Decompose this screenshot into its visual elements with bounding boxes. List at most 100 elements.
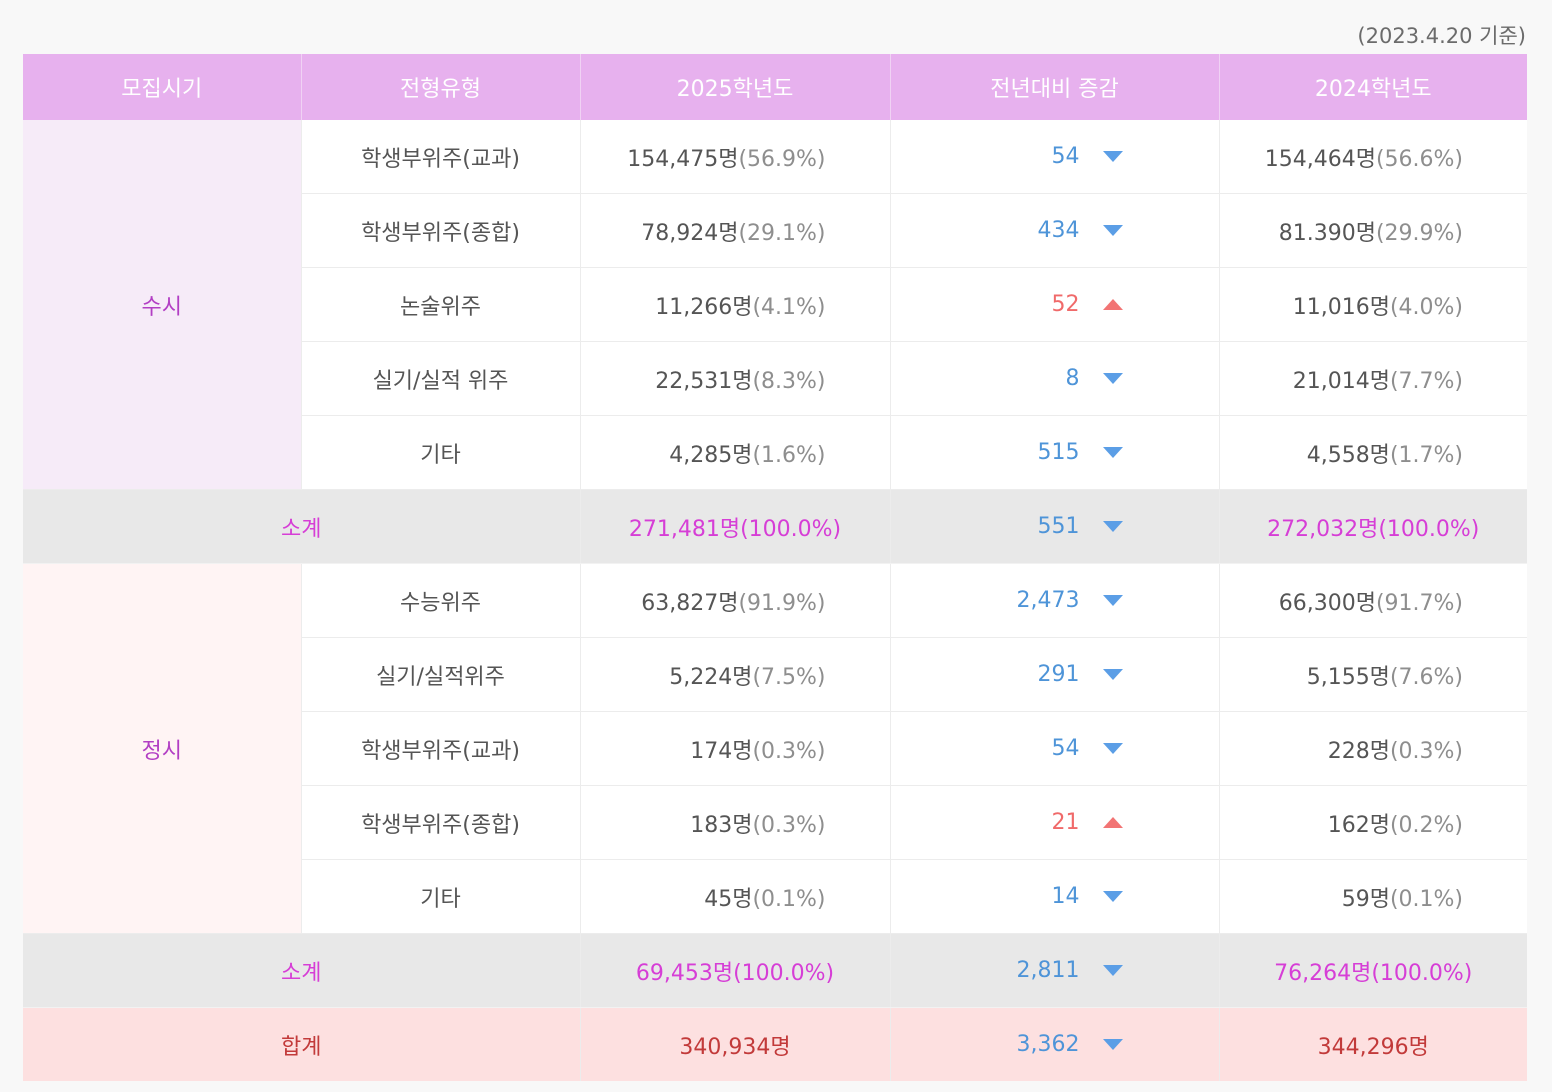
type-cell: 실기/실적 위주 (300, 341, 580, 416)
count-2024: 81.390명 (1278, 220, 1376, 246)
count-2024: 11,016명 (1292, 294, 1390, 320)
count-2024: 154,464명 (1264, 146, 1376, 172)
count-2025: 22,531명 (655, 368, 753, 394)
decrease-arrow-icon (1102, 520, 1123, 532)
change-cell: 551 (889, 489, 1219, 564)
header-row: 모집시기 전형유형 2025학년도 전년대비 증감 2024학년도 (23, 54, 1527, 120)
count-2024: 272,032명 (1267, 516, 1379, 542)
change-cell: 291 (889, 637, 1219, 712)
count-2024: 228명 (1327, 738, 1390, 764)
change-cell: 515 (889, 415, 1219, 490)
decrease-arrow-icon (1102, 224, 1123, 236)
count-2024-cell: 81.390명(29.9%) (1218, 193, 1527, 268)
change-value: 54 (1051, 736, 1080, 761)
count-2025: 45명 (704, 886, 753, 912)
subtotal-2025-cell: 69,453명(100.0%) (579, 933, 890, 1008)
subtotal-label: 소계 (23, 489, 580, 564)
total-2025-cell: 340,934명 (579, 1007, 890, 1081)
count-2025-cell: 174명(0.3%) (579, 711, 890, 786)
type-cell: 학생부위주(교과) (300, 711, 580, 786)
percent-2025: (7.5%) (752, 664, 826, 690)
count-2025-cell: 4,285명(1.6%) (579, 415, 890, 490)
decrease-arrow-icon (1102, 964, 1123, 976)
change-value: 3,362 (1016, 1032, 1080, 1057)
change-cell: 2,811 (889, 933, 1219, 1008)
count-2025-cell: 183명(0.3%) (579, 785, 890, 860)
count-2024-cell: 59명(0.1%) (1218, 859, 1527, 934)
percent-2025: (8.3%) (752, 368, 826, 394)
table-row: 수시 학생부위주(교과) 154,475명(56.9%) 54 154,464명… (23, 120, 1527, 490)
change-cell: 434 (889, 193, 1219, 268)
decrease-arrow-icon (1102, 742, 1123, 754)
count-2025-cell: 45명(0.1%) (579, 859, 890, 934)
decrease-arrow-icon (1102, 372, 1123, 384)
change-value: 8 (1065, 366, 1080, 391)
change-cell: 52 (889, 267, 1219, 342)
count-2025: 11,266명 (655, 294, 753, 320)
count-2025: 5,224명 (669, 664, 753, 690)
count-2025: 271,481명 (628, 516, 741, 542)
percent-2024: (29.9%) (1375, 220, 1463, 246)
count-2024-cell: 4,558명(1.7%) (1218, 415, 1527, 490)
count-2024: 4,558명 (1306, 442, 1390, 468)
count-2024: 162명 (1327, 812, 1390, 838)
percent-2025: (1.6%) (752, 442, 826, 468)
total-2024-cell: 344,296명 (1218, 1007, 1527, 1081)
count-2024-cell: 5,155명(7.6%) (1218, 637, 1527, 712)
subtotal-label: 소계 (23, 933, 580, 1008)
table-body: 수시 학생부위주(교과) 154,475명(56.9%) 54 154,464명… (23, 120, 1527, 1081)
decrease-arrow-icon (1102, 594, 1123, 606)
type-cell: 학생부위주(종합) (300, 785, 580, 860)
increase-arrow-icon (1102, 816, 1123, 828)
decrease-arrow-icon (1102, 890, 1123, 902)
count-2025-cell: 5,224명(7.5%) (579, 637, 890, 712)
header-period: 모집시기 (23, 54, 301, 120)
percent-2025: (56.9%) (738, 146, 826, 172)
percent-2024: (100.0%) (1378, 516, 1480, 542)
type-cell: 실기/실적위주 (300, 637, 580, 712)
period-jeongsi: 정시 (23, 563, 301, 934)
percent-2025: (100.0%) (733, 960, 835, 986)
type-cell: 수능위주 (300, 563, 580, 638)
count-2024: 66,300명 (1278, 590, 1376, 616)
change-value: 515 (1037, 440, 1080, 465)
count-2025: 69,453명 (635, 960, 734, 986)
increase-arrow-icon (1102, 298, 1123, 310)
period-susi: 수시 (23, 120, 301, 490)
type-cell: 기타 (300, 859, 580, 934)
count-2024: 5,155명 (1306, 664, 1390, 690)
count-2024-cell: 11,016명(4.0%) (1218, 267, 1527, 342)
total-row: 합계 340,934명 3,362 344,296명 (23, 1007, 1527, 1081)
change-value: 21 (1051, 810, 1080, 835)
decrease-arrow-icon (1102, 150, 1123, 162)
decrease-arrow-icon (1102, 1038, 1123, 1050)
percent-2025: (0.1%) (752, 886, 826, 912)
count-2024-cell: 154,464명(56.6%) (1218, 120, 1527, 194)
percent-2024: (56.6%) (1375, 146, 1463, 172)
change-value: 52 (1051, 292, 1080, 317)
change-cell: 21 (889, 785, 1219, 860)
change-cell: 3,362 (889, 1007, 1219, 1081)
change-value: 14 (1051, 884, 1080, 909)
subtotal-row-susi: 소계 271,481명(100.0%) 551 272,032명(100.0%) (23, 489, 1527, 564)
percent-2024: (0.3%) (1389, 738, 1463, 764)
change-value: 434 (1037, 218, 1080, 243)
percent-2024: (7.7%) (1389, 368, 1463, 394)
percent-2024: (1.7%) (1389, 442, 1463, 468)
percent-2025: (91.9%) (738, 590, 826, 616)
percent-2025: (29.1%) (738, 220, 826, 246)
count-2025: 78,924명 (641, 220, 739, 246)
count-2024: 59명 (1341, 886, 1390, 912)
header-change: 전년대비 증감 (889, 54, 1219, 120)
type-cell: 학생부위주(종합) (300, 193, 580, 268)
count-2025-cell: 22,531명(8.3%) (579, 341, 890, 416)
percent-2024: (0.1%) (1389, 886, 1463, 912)
percent-2024: (4.0%) (1389, 294, 1463, 320)
percent-2025: (0.3%) (752, 738, 826, 764)
header-type: 전형유형 (300, 54, 580, 120)
change-cell: 54 (889, 120, 1219, 194)
decrease-arrow-icon (1102, 668, 1123, 680)
type-cell: 기타 (300, 415, 580, 490)
count-2025: 183명 (690, 812, 753, 838)
subtotal-row-jeongsi: 소계 69,453명(100.0%) 2,811 76,264명(100.0%) (23, 933, 1527, 1008)
